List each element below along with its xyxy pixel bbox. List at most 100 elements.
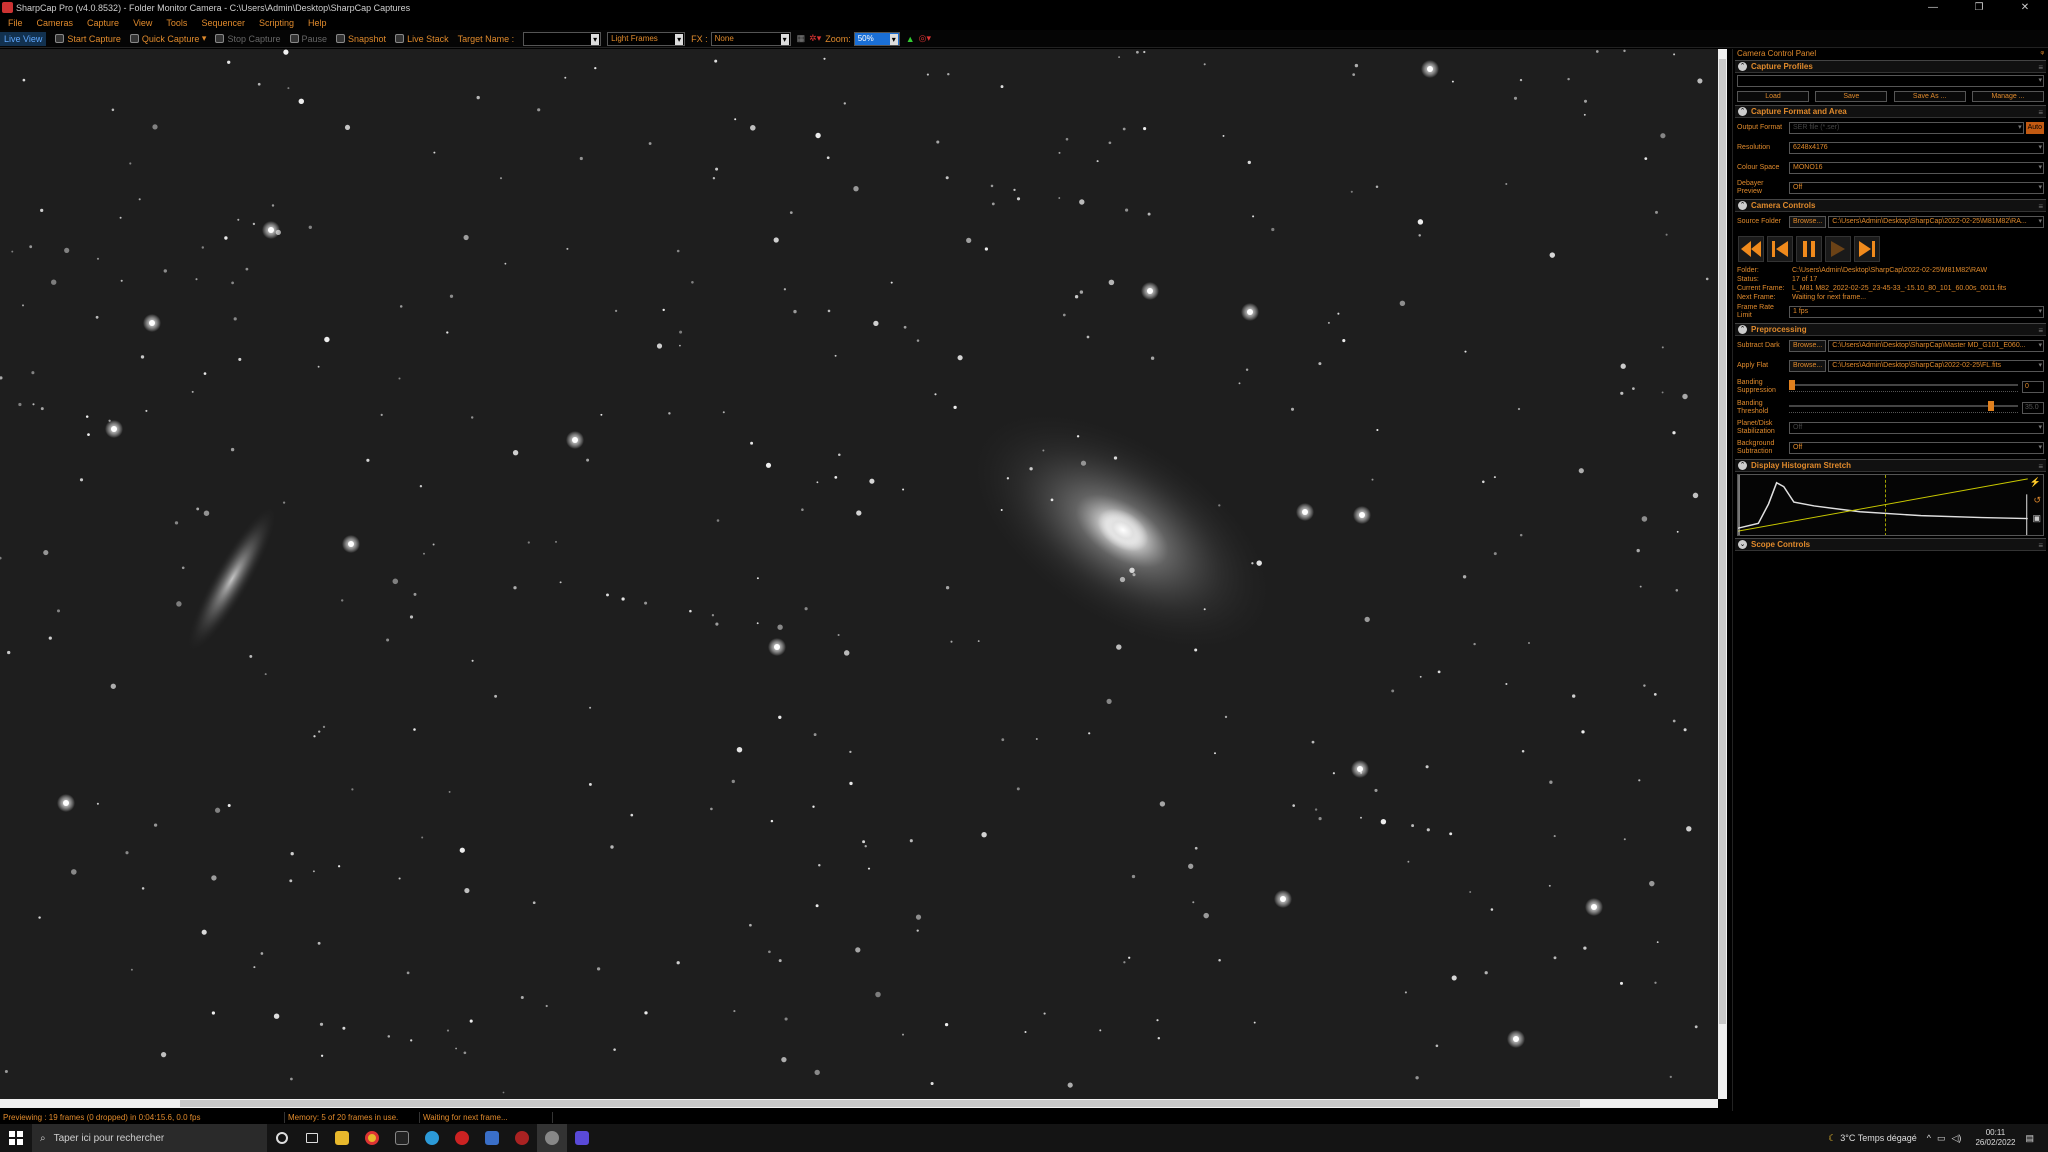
vertical-scroll-thumb[interactable]	[1719, 59, 1726, 1024]
collapse-icon[interactable]: ⌃	[1738, 461, 1747, 470]
menu-capture[interactable]: Capture	[87, 18, 119, 28]
menu-tools[interactable]: Tools	[166, 18, 187, 28]
frame-type-select[interactable]: Light Frames	[607, 31, 686, 46]
start-capture-button[interactable]: Start Capture	[55, 34, 121, 44]
camera-controls-header[interactable]: ⌃ Camera Controls ≡	[1735, 199, 2046, 212]
pin-icon[interactable]: ᵠ	[2040, 49, 2044, 58]
menu-help[interactable]: Help	[308, 18, 327, 28]
scope-controls-header[interactable]: ⌄ Scope Controls ≡	[1735, 538, 2046, 551]
volume-icon[interactable]: ◁)	[1952, 1133, 1962, 1144]
app-icon-red[interactable]	[447, 1124, 477, 1152]
slider-handle[interactable]	[1789, 379, 1795, 390]
auto-stretch-icon[interactable]: ⚡	[2030, 477, 2041, 488]
app-icon-red-circle[interactable]	[507, 1124, 537, 1152]
focus-icon[interactable]: ◎▾	[919, 33, 931, 44]
app-icon-remote[interactable]	[477, 1124, 507, 1152]
flat-browse-button[interactable]: Browse...	[1789, 360, 1827, 372]
section-menu-icon[interactable]: ≡	[2038, 462, 2043, 471]
banding-threshold-value[interactable]: 35.0	[2022, 401, 2044, 414]
vertical-scrollbar[interactable]	[1718, 49, 1727, 1099]
frame-rate-select[interactable]: 1 fps	[1789, 306, 2044, 318]
histogram-chart[interactable]: ⚡ ↺ ▣	[1737, 474, 2044, 536]
capture-format-header[interactable]: ⌃ Capture Format and Area ≡	[1735, 105, 2046, 118]
resolution-select[interactable]: 6248x4176	[1789, 142, 2044, 154]
save-profile-button[interactable]: Save	[1815, 91, 1888, 102]
chrome-icon[interactable]	[357, 1124, 387, 1152]
last-frame-button[interactable]	[1854, 236, 1880, 262]
reticle-icon[interactable]: ✲▾	[809, 33, 821, 44]
collapse-icon[interactable]: ⌃	[1738, 62, 1747, 71]
load-profile-button[interactable]: Load	[1737, 91, 1809, 102]
close-button[interactable]: ✕	[2002, 0, 2048, 15]
fx-select[interactable]: None	[710, 31, 791, 46]
output-format-select[interactable]: SER file (*.ser)	[1789, 122, 2024, 134]
capture-profiles-header[interactable]: ⌃ Capture Profiles ≡	[1735, 60, 2046, 73]
sharpcap-taskbar-icon[interactable]	[537, 1124, 567, 1152]
image-viewport[interactable]	[0, 49, 1718, 1099]
profile-select[interactable]	[1737, 75, 2044, 87]
menu-sequencer[interactable]: Sequencer	[201, 18, 245, 28]
section-menu-icon[interactable]: ≡	[2038, 63, 2043, 72]
reset-icon[interactable]: ↺	[2033, 495, 2041, 506]
banding-threshold-slider[interactable]	[1789, 400, 2018, 415]
source-browse-button[interactable]: Browse...	[1789, 216, 1827, 228]
start-button[interactable]	[0, 1124, 32, 1152]
menu-cameras[interactable]: Cameras	[37, 18, 74, 28]
section-menu-icon[interactable]: ≡	[2038, 326, 2043, 335]
save-icon[interactable]: ▣	[2032, 513, 2041, 524]
horizontal-scroll-thumb[interactable]	[180, 1100, 1580, 1107]
pause-playback-button[interactable]	[1796, 236, 1822, 262]
horizontal-scrollbar[interactable]	[0, 1099, 1718, 1108]
file-explorer-icon[interactable]	[327, 1124, 357, 1152]
edge-icon[interactable]	[417, 1124, 447, 1152]
cortana-icon[interactable]	[267, 1124, 297, 1152]
maximize-button[interactable]: ❐	[1956, 0, 2002, 15]
slider-handle[interactable]	[1987, 400, 1994, 411]
background-subtraction-select[interactable]: Off	[1789, 442, 2044, 454]
clock[interactable]: 00:11 26/02/2022	[1975, 1128, 2015, 1148]
preprocessing-header[interactable]: ⌃ Preprocessing ≡	[1735, 323, 2046, 336]
snapshot-button[interactable]: Snapshot	[336, 34, 386, 44]
target-name-input[interactable]	[523, 31, 602, 46]
network-icon[interactable]: ▭	[1937, 1133, 1946, 1144]
dark-browse-button[interactable]: Browse...	[1789, 340, 1827, 352]
manage-profiles-button[interactable]: Manage ...	[1971, 91, 2044, 102]
task-view-icon[interactable]	[297, 1124, 327, 1152]
collapse-icon[interactable]: ⌃	[1738, 325, 1747, 334]
grid-icon[interactable]: ▦	[797, 33, 806, 44]
auto-button[interactable]: Auto	[2025, 122, 2044, 134]
zoom-select[interactable]: 50%	[853, 31, 900, 46]
live-view-button[interactable]: Live View	[0, 31, 47, 46]
collapse-icon[interactable]: ⌃	[1738, 107, 1747, 116]
debayer-select[interactable]: Off	[1789, 182, 2044, 194]
menu-view[interactable]: View	[133, 18, 152, 28]
tray-chevron-icon[interactable]: ^	[1927, 1133, 1931, 1143]
weather-moon-icon[interactable]: ☾	[1828, 1133, 1836, 1144]
notifications-icon[interactable]: ▤	[2025, 1133, 2034, 1144]
subtract-dark-select[interactable]: C:\Users\Admin\Desktop\SharpCap\Master M…	[1828, 340, 2044, 352]
app-icon-shield[interactable]	[567, 1124, 597, 1152]
previous-frame-button[interactable]	[1767, 236, 1793, 262]
minimize-button[interactable]: —	[1910, 0, 1956, 15]
rewind-button[interactable]	[1738, 236, 1764, 262]
save-as-profile-button[interactable]: Save As ...	[1893, 91, 1966, 102]
histogram-header[interactable]: ⌃ Display Histogram Stretch ≡	[1735, 459, 2046, 472]
collapse-icon[interactable]: ⌃	[1738, 201, 1747, 210]
section-menu-icon[interactable]: ≡	[2038, 108, 2043, 117]
section-menu-icon[interactable]: ≡	[2038, 541, 2043, 550]
terminal-icon[interactable]	[387, 1124, 417, 1152]
section-menu-icon[interactable]: ≡	[2038, 202, 2043, 211]
weather-text[interactable]: 3°C Temps dégagé	[1840, 1133, 1916, 1143]
taskbar-search[interactable]: ⌕ Taper ici pour rechercher	[32, 1124, 267, 1152]
pause-button[interactable]: Pause	[289, 34, 327, 44]
banding-suppression-slider[interactable]	[1789, 379, 2018, 394]
colour-space-select[interactable]: MONO16	[1789, 162, 2044, 174]
histogram-icon[interactable]: ▲	[906, 34, 915, 44]
quick-capture-button[interactable]: Quick Capture ▾	[129, 33, 206, 44]
stop-capture-button[interactable]: Stop Capture	[215, 34, 281, 44]
planet-disk-select[interactable]: Off	[1789, 422, 2044, 434]
menu-scripting[interactable]: Scripting	[259, 18, 294, 28]
menu-file[interactable]: File	[8, 18, 23, 28]
live-stack-button[interactable]: Live Stack	[395, 34, 449, 44]
banding-suppression-value[interactable]: 0	[2022, 380, 2044, 393]
